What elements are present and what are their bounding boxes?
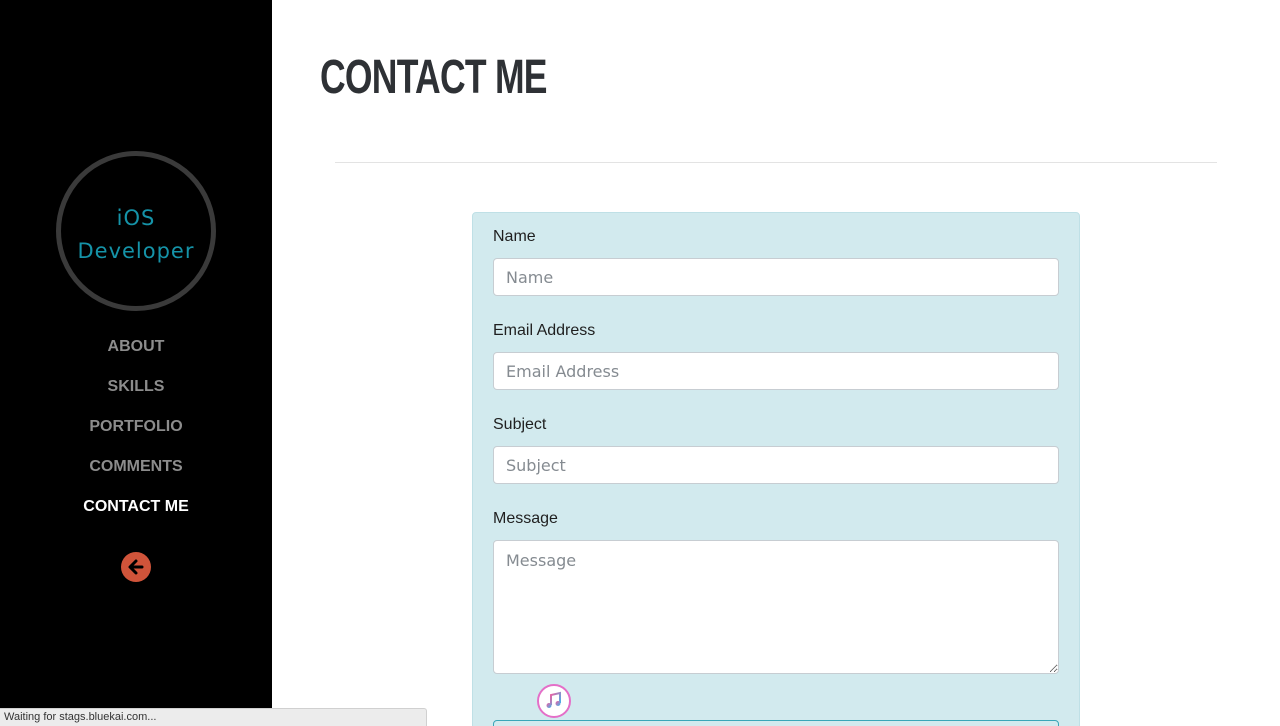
message-label: Message [493,510,558,527]
nav-item-skills: SKILLS [0,377,272,417]
subject-label: Subject [493,416,547,433]
subject-input[interactable] [493,446,1059,484]
arrow-left-icon [128,559,144,575]
email-label: Email Address [493,322,596,339]
nav-item-comments: COMMENTS [0,457,272,497]
nav-link-about[interactable]: ABOUT [108,337,165,356]
logo[interactable]: iOS Developer [56,151,216,311]
logo-line-2: Developer [77,239,195,263]
email-input[interactable] [493,352,1059,390]
itunes-music-icon[interactable] [537,684,571,718]
browser-status-bar: Waiting for stags.bluekai.com... [0,708,427,726]
music-note-icon [546,691,561,708]
main-content: CONTACT ME Name Email Address Subject Me… [272,0,1280,726]
name-label: Name [493,228,536,245]
nav-item-about: ABOUT [0,337,272,377]
page: iOS Developer ABOUT SKILLS PORTFOLIO COM… [0,0,1280,726]
nav-link-skills[interactable]: SKILLS [108,377,165,396]
back-button[interactable] [121,552,151,582]
sidebar-nav: ABOUT SKILLS PORTFOLIO COMMENTS CONTACT … [0,337,272,537]
nav-link-contact[interactable]: CONTACT ME [83,497,188,516]
sidebar: iOS Developer ABOUT SKILLS PORTFOLIO COM… [0,0,272,726]
message-textarea[interactable] [493,540,1059,674]
name-input[interactable] [493,258,1059,296]
divider [335,162,1217,163]
page-title: CONTACT ME [320,51,547,104]
nav-link-portfolio[interactable]: PORTFOLIO [89,417,182,436]
logo-line-1: iOS [116,206,156,230]
contact-form: Name Email Address Subject Message [472,212,1080,726]
submit-button[interactable] [493,720,1059,726]
nav-item-portfolio: PORTFOLIO [0,417,272,457]
nav-link-comments[interactable]: COMMENTS [89,457,182,476]
nav-item-contact: CONTACT ME [0,497,272,537]
